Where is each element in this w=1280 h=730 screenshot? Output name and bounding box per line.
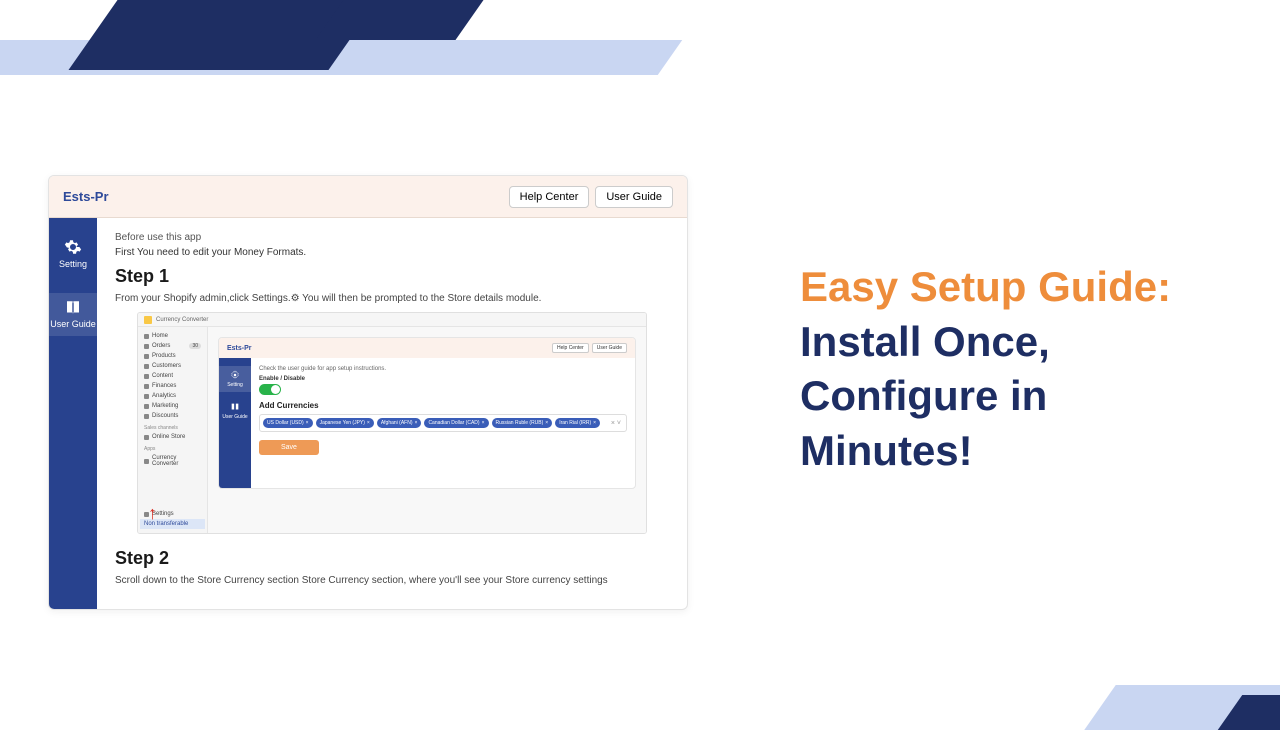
shopify-sidebar: Home Orders30 Products Customers Content… <box>138 327 208 533</box>
app-screenshot: Ests-Pr Help Center User Guide Setting U… <box>48 175 688 610</box>
add-currencies-title: Add Currencies <box>259 401 627 410</box>
inner-app-content: Check the user guide for app setup instr… <box>251 358 635 488</box>
app-header: Ests-Pr Help Center User Guide <box>49 176 687 218</box>
currency-chip: Afghani (AFN)× <box>377 418 422 428</box>
sidebar-item-user-guide[interactable]: User Guide <box>49 293 97 336</box>
user-guide-button[interactable]: User Guide <box>595 186 673 208</box>
decor-bottom <box>1080 670 1280 730</box>
chevron-icon[interactable]: × ˅ <box>611 420 623 427</box>
mini-sidebar-user-guide[interactable]: User Guide <box>222 402 247 420</box>
apps-label: Apps <box>140 442 205 453</box>
inner-app-sidebar: Setting User Guide <box>219 358 251 488</box>
nav-discounts[interactable]: Discounts <box>140 411 205 421</box>
nav-analytics[interactable]: Analytics <box>140 391 205 401</box>
inner-brand: Ests-Pr <box>227 345 252 352</box>
inner-screenshot: Currency Converter Home Orders30 Product… <box>137 312 647 534</box>
step2-desc: Scroll down to the Store Currency sectio… <box>115 575 669 586</box>
currency-chips-input[interactable]: US Dollar (USD)× Japanese Yen (JPY)× Afg… <box>259 414 627 432</box>
inner-main: Ests-Pr Help Center User Guide <box>208 327 646 533</box>
nav-customers[interactable]: Customers <box>140 361 205 371</box>
sales-channels-label: Sales channels <box>140 421 205 432</box>
title-rest: Install Once, Configure in Minutes! <box>800 318 1050 474</box>
step1-title: Step 1 <box>115 266 669 287</box>
nav-online-store[interactable]: Online Store <box>140 432 205 442</box>
app-icon <box>144 316 152 324</box>
decor-top <box>0 0 1280 105</box>
sidebar-item-setting[interactable]: Setting <box>49 232 97 275</box>
sidebar-label-user-guide: User Guide <box>50 320 96 330</box>
gear-icon <box>230 370 240 380</box>
app-content: Before use this app First You need to ed… <box>97 218 687 609</box>
inner-app-card: Ests-Pr Help Center User Guide <box>218 337 636 489</box>
nav-marketing[interactable]: Marketing <box>140 401 205 411</box>
nav-home[interactable]: Home <box>140 331 205 341</box>
nav-content[interactable]: Content <box>140 371 205 381</box>
nav-orders[interactable]: Orders30 <box>140 341 205 351</box>
currency-chip: Japanese Yen (JPY)× <box>316 418 374 428</box>
nav-currency-converter[interactable]: Currency Converter <box>140 453 205 469</box>
save-button[interactable]: Save <box>259 440 319 455</box>
mini-sidebar-setting[interactable]: Setting <box>219 366 251 392</box>
hint-text: Check the user guide for app setup instr… <box>259 366 627 372</box>
step2-title: Step 2 <box>115 548 669 569</box>
help-center-button[interactable]: Help Center <box>509 186 590 208</box>
app-brand: Ests-Pr <box>63 189 109 204</box>
nav-products[interactable]: Products <box>140 351 205 361</box>
gear-icon <box>64 238 82 256</box>
inner-top-title: Currency Converter <box>156 317 208 323</box>
step1-desc: From your Shopify admin,click Settings.⚙… <box>115 293 669 304</box>
lead-text: First You need to edit your Money Format… <box>115 247 669 258</box>
currency-chip: Russian Ruble (RUB)× <box>492 418 553 428</box>
currency-chip: Canadian Dollar (CAD)× <box>424 418 488 428</box>
enable-toggle[interactable] <box>259 384 281 395</box>
nav-finances[interactable]: Finances <box>140 381 205 391</box>
inner-topbar: Currency Converter <box>138 313 646 327</box>
sidebar-label-setting: Setting <box>59 259 87 269</box>
mini-guide-button[interactable]: User Guide <box>592 343 627 353</box>
title-orange: Easy Setup Guide: <box>800 263 1171 310</box>
app-sidebar: Setting User Guide <box>49 218 97 609</box>
notice-text: Before use this app <box>115 232 669 243</box>
mini-help-button[interactable]: Help Center <box>552 343 589 353</box>
arrow-up-icon: ↑ <box>148 508 157 519</box>
book-icon <box>230 402 240 412</box>
marketing-title: Easy Setup Guide: Install Once, Configur… <box>800 260 1200 478</box>
book-icon <box>64 299 82 317</box>
enable-label: Enable / Disable <box>259 376 627 382</box>
currency-chip: US Dollar (USD)× <box>263 418 313 428</box>
currency-chip: Iran Rial (IRR)× <box>555 418 600 428</box>
